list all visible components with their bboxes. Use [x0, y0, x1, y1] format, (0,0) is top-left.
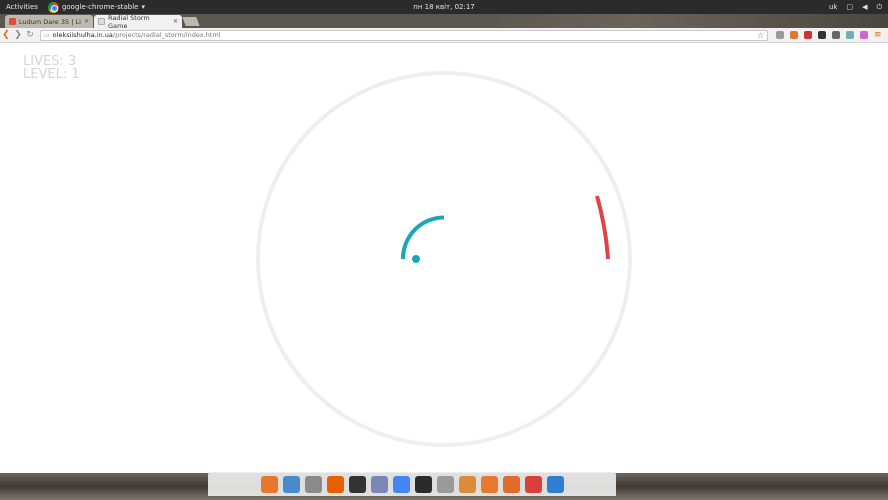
volume-icon[interactable]: ◀: [862, 3, 867, 11]
shutdown-icon[interactable]: [524, 475, 542, 493]
app-menu[interactable]: google-chrome-stable ▾: [47, 1, 146, 13]
tab-strip: Ludum Dare 35 | Li ✕ Radial Storm Game ✕: [0, 14, 888, 42]
firefox-icon[interactable]: [326, 475, 344, 493]
page-icon: ▭: [44, 31, 50, 39]
player-shield-arc: [400, 215, 445, 260]
software-center-icon[interactable]: [260, 475, 278, 493]
tab-ludum-dare[interactable]: Ludum Dare 35 | Li ✕: [5, 15, 93, 28]
new-tab-button[interactable]: [182, 17, 200, 26]
ludum-dare-favicon-icon: [9, 18, 16, 25]
accessibility-icon[interactable]: [546, 475, 564, 493]
close-icon[interactable]: ✕: [84, 18, 89, 25]
extension-icon[interactable]: [832, 31, 840, 39]
menu-icon[interactable]: ≡: [874, 30, 882, 40]
extension-icon[interactable]: [818, 31, 826, 39]
network-icon[interactable]: ▢: [846, 3, 853, 11]
enemy-arc: [595, 195, 610, 260]
page-content: LIVES: 3 LEVEL: 1: [0, 43, 888, 473]
extension-icon[interactable]: [776, 31, 784, 39]
close-icon[interactable]: ✕: [173, 18, 178, 25]
tab-radial-storm[interactable]: Radial Storm Game ✕: [94, 14, 182, 30]
chevron-down-icon: ▾: [141, 3, 146, 11]
extension-icon[interactable]: [790, 31, 798, 39]
extension-icons: ≡: [776, 30, 882, 40]
system-tray: uk ▢ ◀ ⏻: [829, 3, 882, 12]
extension-icon[interactable]: [846, 31, 854, 39]
app-menu-label: google-chrome-stable: [61, 3, 139, 11]
webstorm-icon[interactable]: [414, 475, 432, 493]
chrome-icon: [47, 1, 59, 13]
keyboard-layout[interactable]: uk: [829, 3, 838, 11]
url-host: oleksiishulha.in.ua: [52, 31, 113, 39]
files-icon[interactable]: [282, 475, 300, 493]
address-bar[interactable]: ▭ oleksiishulha.in.ua/projects/radial_st…: [40, 29, 768, 41]
back-arrow-icon[interactable]: ❮: [0, 30, 12, 40]
browser-toolbar: ❮ ❯ ↻ ▭ oleksiishulha.in.ua/projects/rad…: [0, 28, 888, 43]
url-path: /projects/radial_storm/index.html: [112, 31, 221, 39]
clock[interactable]: пн 18 квіт, 02:17: [413, 3, 475, 11]
bookmark-star-icon[interactable]: ☆: [757, 31, 764, 40]
system-top-bar: Activities google-chrome-stable ▾ пн 18 …: [0, 0, 888, 14]
dock: [208, 472, 616, 496]
archive-icon[interactable]: [436, 475, 454, 493]
image-viewer-icon[interactable]: [480, 475, 498, 493]
extension-icon[interactable]: [860, 31, 868, 39]
extension-icon[interactable]: [804, 31, 812, 39]
calculator-icon[interactable]: [304, 475, 322, 493]
reload-icon[interactable]: ↻: [24, 30, 36, 40]
forward-arrow-icon[interactable]: ❯: [12, 30, 24, 40]
activities-button[interactable]: Activities: [0, 3, 44, 11]
game-canvas[interactable]: [0, 43, 888, 473]
power-icon[interactable]: ⏻: [876, 3, 882, 12]
tab-title: Ludum Dare 35 | Li: [19, 17, 81, 26]
chrome-icon[interactable]: [392, 475, 410, 493]
folder-icon[interactable]: [458, 475, 476, 493]
arena-ring: [256, 71, 632, 447]
php-icon[interactable]: [370, 475, 388, 493]
player-core: [412, 255, 420, 263]
photos-icon[interactable]: [502, 475, 520, 493]
page-favicon-icon: [98, 18, 105, 25]
terminal-icon[interactable]: [348, 475, 366, 493]
